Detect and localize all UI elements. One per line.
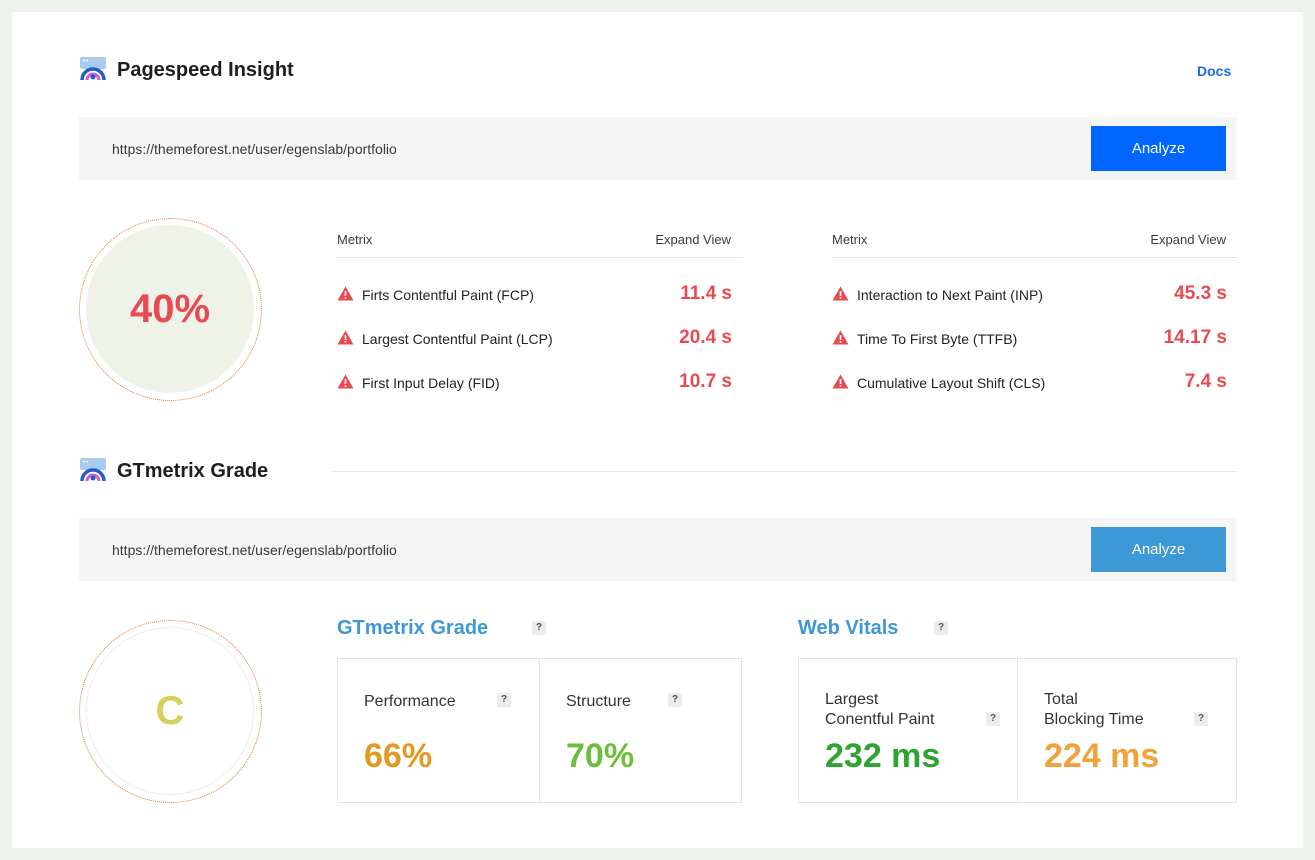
column-header-metric: Metrix: [832, 232, 868, 247]
web-vitals-heading: Web Vitals: [798, 617, 899, 639]
structure-label: Structure: [566, 693, 631, 710]
metrics-table-right: Metrix Expand View Interaction to Next P…: [832, 221, 1237, 392]
help-icon[interactable]: ?: [1194, 712, 1208, 726]
metric-label: Cumulative Layout Shift (CLS): [857, 375, 1046, 391]
section-divider: [332, 471, 1237, 472]
url-input[interactable]: https://themeforest.net/user/egenslab/po…: [112, 542, 397, 558]
lcp-box: Largest Conentful Paint ? 232 ms: [799, 659, 1017, 802]
gtmetrix-grade-heading: GTmetrix Grade: [337, 617, 489, 639]
tbt-value: 224 ms: [1044, 737, 1160, 775]
performance-value: 66%: [364, 737, 433, 775]
table-header: Metrix Expand View: [832, 221, 1237, 258]
metric-row: Firts Contentful Paint (FCP) 11.4 s: [337, 258, 742, 304]
grade-letter: C: [155, 688, 185, 733]
warning-icon: [832, 286, 849, 301]
help-icon[interactable]: ?: [497, 693, 511, 707]
help-icon[interactable]: ?: [934, 621, 948, 635]
metric-label: Time To First Byte (TTFB): [857, 331, 1018, 347]
vitals-boxes: Largest Conentful Paint ? 232 ms Total B…: [798, 658, 1237, 803]
lcp-label-line1: Largest: [825, 691, 879, 708]
metric-row: Time To First Byte (TTFB) 14.17 s: [832, 302, 1237, 348]
docs-link[interactable]: Docs: [1197, 63, 1231, 79]
structure-value: 70%: [566, 737, 635, 775]
expand-view-link[interactable]: Expand View: [655, 232, 731, 247]
url-input[interactable]: https://themeforest.net/user/egenslab/po…: [112, 141, 397, 157]
metric-label: Firts Contentful Paint (FCP): [362, 287, 534, 303]
warning-icon: [832, 330, 849, 345]
score-circle: 40%: [86, 225, 254, 393]
metric-value: 10.7 s: [679, 371, 732, 392]
lcp-value: 232 ms: [825, 737, 941, 775]
analyze-button[interactable]: Analyze: [1091, 527, 1226, 572]
grade-boxes: Performance ? 66% Structure ? 70%: [337, 658, 742, 803]
metric-row: Interaction to Next Paint (INP) 45.3 s: [832, 258, 1237, 304]
expand-view-link[interactable]: Expand View: [1150, 232, 1226, 247]
help-icon[interactable]: ?: [668, 693, 682, 707]
tbt-label-line1: Total: [1044, 691, 1078, 708]
tbt-box: Total Blocking Time ? 224 ms: [1017, 659, 1236, 802]
grade-circle: C: [86, 627, 254, 795]
speed-gauge-icon: [80, 458, 106, 482]
warning-icon: [337, 286, 354, 301]
score-ring: 40%: [79, 218, 262, 401]
performance-score: 40%: [129, 286, 211, 331]
metrics-table-left: Metrix Expand View Firts Contentful Pain…: [337, 221, 742, 392]
warning-icon: [337, 330, 354, 345]
dashboard-card: Pagespeed Insight Docs https://themefore…: [12, 12, 1303, 848]
page-title: Pagespeed Insight: [117, 59, 294, 81]
grade-ring: C: [79, 620, 262, 803]
speed-gauge-icon: [80, 57, 106, 81]
url-bar: https://themeforest.net/user/egenslab/po…: [79, 117, 1237, 180]
analyze-button[interactable]: Analyze: [1091, 126, 1226, 171]
warning-icon: [832, 374, 849, 389]
help-icon[interactable]: ?: [532, 621, 546, 635]
metric-label: Largest Contentful Paint (LCP): [362, 331, 553, 347]
lcp-label-line2: Conentful Paint: [825, 711, 935, 728]
table-header: Metrix Expand View: [337, 221, 742, 258]
help-icon[interactable]: ?: [986, 712, 1000, 726]
url-bar: https://themeforest.net/user/egenslab/po…: [79, 518, 1237, 581]
metric-row: Cumulative Layout Shift (CLS) 7.4 s: [832, 346, 1237, 392]
gtmetrix-title: GTmetrix Grade: [117, 460, 269, 482]
performance-label: Performance: [364, 693, 456, 710]
metric-value: 7.4 s: [1184, 371, 1227, 392]
warning-icon: [337, 374, 354, 389]
metric-row: Largest Contentful Paint (LCP) 20.4 s: [337, 302, 742, 348]
metric-label: First Input Delay (FID): [362, 375, 500, 391]
performance-box: Performance ? 66%: [338, 659, 539, 802]
tbt-label-line2: Blocking Time: [1044, 711, 1144, 728]
structure-box: Structure ? 70%: [539, 659, 741, 802]
metric-label: Interaction to Next Paint (INP): [857, 287, 1043, 303]
metric-row: First Input Delay (FID) 10.7 s: [337, 346, 742, 392]
column-header-metric: Metrix: [337, 232, 373, 247]
